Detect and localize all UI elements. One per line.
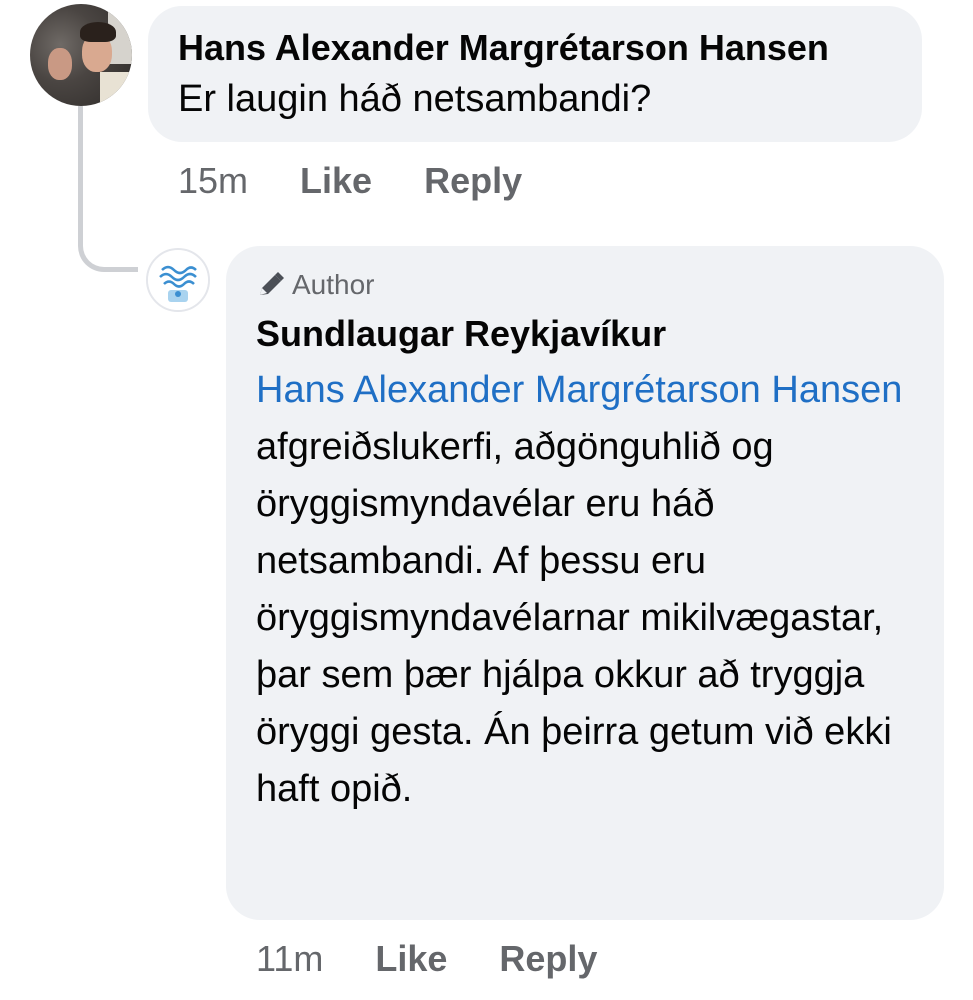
mention-link[interactable]: Hans Alexander Margrétarson Hansen — [256, 369, 902, 411]
comment-text: Er laugin háð netsambandi? — [178, 78, 652, 120]
reply-text: Hans Alexander Margrétarson Hansen afgre… — [256, 362, 914, 818]
reply-author-name[interactable]: Sundlaugar Reykjavíkur — [256, 312, 914, 356]
comment-timestamp[interactable]: 15m — [178, 160, 248, 202]
comment-bubble: Hans Alexander Margrétarson Hansen Er la… — [148, 6, 922, 142]
reply-thread-connector — [78, 106, 138, 272]
comment-actions: 15m Like Reply — [178, 160, 522, 202]
page-logo-avatar[interactable] — [146, 248, 210, 312]
reply-button[interactable]: Reply — [424, 160, 522, 202]
reply-reply-button[interactable]: Reply — [499, 938, 597, 980]
reply-like-button[interactable]: Like — [375, 938, 447, 980]
comment-author-name[interactable]: Hans Alexander Margrétarson Hansen — [178, 26, 892, 70]
like-button[interactable]: Like — [300, 160, 372, 202]
reply-timestamp[interactable]: 11m — [256, 938, 323, 980]
page-logo-icon — [148, 250, 208, 310]
pencil-icon — [260, 272, 284, 295]
author-badge: Author — [256, 266, 914, 304]
author-badge-label: Author — [292, 269, 375, 300]
reply-body-text: afgreiðslukerfi, aðgönguhlið og öryggism… — [256, 426, 892, 810]
reply-bubble: Author Sundlaugar Reykjavíkur Hans Alexa… — [226, 246, 944, 920]
commenter-avatar[interactable] — [30, 4, 132, 106]
reply-actions: 11m Like Reply — [256, 938, 597, 980]
